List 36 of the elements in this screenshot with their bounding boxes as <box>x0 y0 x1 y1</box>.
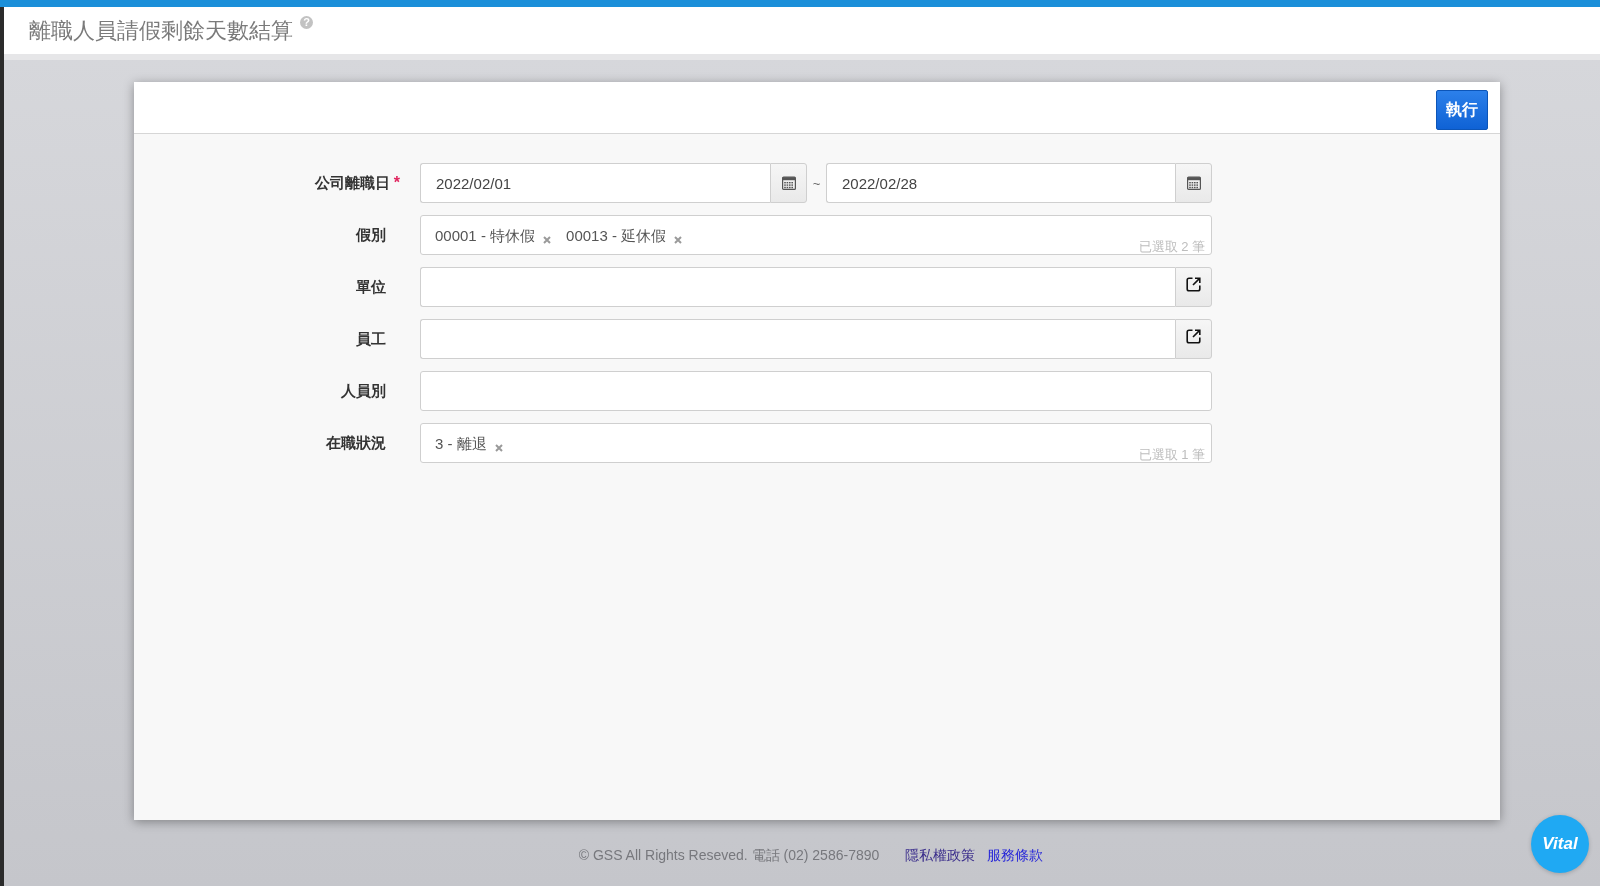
remove-icon[interactable] <box>494 443 503 452</box>
selection-count: 已選取 1 筆 <box>1138 447 1205 462</box>
external-link-icon <box>1186 277 1201 292</box>
calendar-button[interactable] <box>770 163 807 203</box>
date-input[interactable]: 2022/02/01 <box>420 163 770 203</box>
multi-select-field[interactable]: 3 - 離退 已選取 1 筆 <box>420 423 1212 463</box>
lookup-button[interactable] <box>1175 319 1212 359</box>
field-label: 單位 <box>356 277 386 297</box>
field-label: 在職狀況 <box>326 433 386 453</box>
lookup-input[interactable] <box>420 267 1175 307</box>
text-input[interactable] <box>420 371 1212 411</box>
selected-tag: 00001 - 特休假 <box>435 227 536 246</box>
field-label: 公司離職日 <box>314 173 390 193</box>
execute-button[interactable]: 執行 <box>1436 90 1488 130</box>
field-label: 員工 <box>356 329 386 349</box>
calendar-icon <box>1186 176 1201 190</box>
field-label: 人員別 <box>341 381 386 401</box>
selected-tag: 3 - 離退 <box>435 435 487 454</box>
date-input[interactable]: 2022/02/28 <box>826 163 1175 203</box>
footer-link[interactable]: 隱私權政策 <box>905 847 976 865</box>
selected-tag: 00013 - 延休假 <box>566 227 667 246</box>
remove-icon[interactable] <box>674 235 683 244</box>
calendar-button[interactable] <box>1175 163 1212 203</box>
multi-select-field[interactable]: 00001 - 特休假 00013 - 延休假 已選取 2 筆 <box>420 215 1212 255</box>
calendar-icon <box>781 176 796 190</box>
range-separator: ~ <box>811 174 822 193</box>
copyright-text: © GSS All Rights Reseved. 電話 (02) 2586-7890 <box>578 847 880 865</box>
field-label: 假別 <box>356 225 386 245</box>
remove-icon[interactable] <box>543 235 552 244</box>
lookup-button[interactable] <box>1175 267 1212 307</box>
footer-link[interactable]: 服務條款 <box>987 847 1044 865</box>
required-mark: * <box>393 174 400 192</box>
lookup-input[interactable] <box>420 319 1175 359</box>
selection-count: 已選取 2 筆 <box>1138 239 1205 254</box>
page-title: 離職人員請假剩餘天數結算 <box>29 16 293 45</box>
external-link-icon <box>1186 329 1201 344</box>
